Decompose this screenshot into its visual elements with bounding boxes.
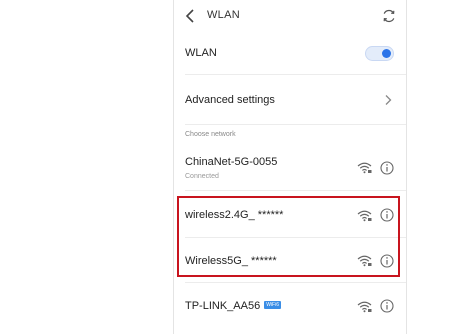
toggle-knob [382, 49, 391, 58]
header-bar: WLAN [174, 0, 406, 34]
network-item[interactable]: ChinaNet-5G-0055 Connected [174, 146, 406, 190]
divider [185, 190, 406, 191]
divider [185, 124, 406, 125]
wlan-label: WLAN [185, 47, 217, 59]
info-icon[interactable] [380, 299, 394, 313]
network-ssid: TP-LINK_AA56 [185, 300, 261, 312]
network-ssid: Wireless5G_ ****** [185, 255, 277, 267]
wifi-lock-icon [357, 301, 372, 313]
network-status: Connected [185, 173, 219, 180]
wlan-settings-screen: WLAN WLAN Advanced settings Choose netwo… [173, 0, 407, 334]
network-ssid: wireless2.4G_ ****** [185, 209, 284, 221]
wifi6-badge: WiFi6 [264, 301, 281, 310]
network-item[interactable]: Wireless5G_ ****** [174, 238, 406, 276]
network-ssid-with-badge: TP-LINK_AA56 WiFi6 [185, 300, 281, 312]
chevron-right-icon [385, 95, 392, 105]
section-title: Choose network [185, 131, 236, 138]
network-item[interactable]: wireless2.4G_ ****** [174, 198, 406, 236]
network-ssid: ChinaNet-5G-0055 [185, 156, 278, 168]
back-arrow-icon[interactable] [184, 7, 198, 25]
divider [185, 282, 406, 283]
info-icon[interactable] [380, 208, 394, 222]
wifi-lock-icon [357, 255, 372, 267]
info-icon[interactable] [380, 254, 394, 268]
network-item[interactable]: TP-LINK_AA56 WiFi6 [174, 284, 406, 328]
advanced-settings-row[interactable]: Advanced settings [174, 75, 406, 124]
info-icon[interactable] [380, 161, 394, 175]
wlan-toggle-switch[interactable] [365, 46, 394, 61]
wlan-toggle-row[interactable]: WLAN [174, 34, 406, 74]
page-title: WLAN [207, 9, 240, 21]
refresh-icon[interactable] [381, 8, 397, 24]
advanced-settings-label: Advanced settings [185, 94, 275, 106]
wifi-lock-icon [357, 162, 372, 174]
wifi-lock-icon [357, 210, 372, 222]
